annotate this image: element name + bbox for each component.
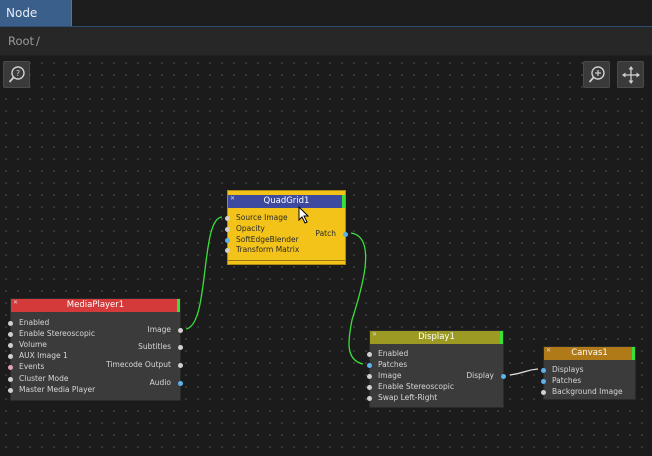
port-transform-matrix[interactable]: Transform Matrix (225, 245, 299, 254)
port-aux-image-1[interactable]: AUX Image 1 (8, 351, 68, 360)
port-background-image[interactable]: Background Image (541, 387, 623, 396)
node-mediaplayer-header[interactable]: ✕ MediaPlayer1 (11, 299, 180, 312)
port-dot[interactable] (367, 363, 372, 368)
port-dot[interactable] (367, 385, 372, 390)
node-accent (342, 195, 345, 208)
breadcrumb-root[interactable]: Root (8, 34, 34, 48)
help-magnifier-icon: ? (8, 66, 25, 83)
port-volume[interactable]: Volume (8, 340, 47, 349)
help-button[interactable]: ? (3, 61, 30, 88)
port-dot[interactable] (367, 396, 372, 401)
port-source-image[interactable]: Source Image (225, 213, 288, 222)
node-display-title: Display1 (418, 332, 455, 342)
port-dot[interactable] (367, 352, 372, 357)
port-dot[interactable] (178, 363, 183, 368)
port-dot[interactable] (178, 381, 183, 386)
port-enable-stereoscopic[interactable]: Enable Stereoscopic (8, 329, 95, 338)
port-dot[interactable] (541, 379, 546, 384)
node-quadgrid-header[interactable]: ✕ QuadGrid1 (228, 195, 345, 208)
node-accent (177, 299, 180, 312)
port-dot[interactable] (8, 377, 13, 382)
port-displays[interactable]: Displays (541, 365, 584, 374)
tab-bar: Node Graph (0, 0, 652, 46)
node-display[interactable]: ✕ Display1 Enabled Patches Image Enable … (367, 330, 506, 408)
port-dot[interactable] (343, 232, 348, 237)
port-enabled[interactable]: Enabled (8, 318, 49, 327)
tab-node-graph[interactable]: Node Graph (0, 0, 72, 46)
corner-marker-icon: ✕ (546, 347, 552, 354)
node-quadgrid-footer (228, 260, 345, 264)
node-display-header[interactable]: ✕ Display1 (370, 331, 503, 344)
port-dot[interactable] (8, 332, 13, 337)
port-dot[interactable] (367, 374, 372, 379)
port-swap-left-right[interactable]: Swap Left-Right (367, 393, 437, 402)
port-image-out[interactable]: Image (148, 325, 183, 334)
corner-marker-icon: ✕ (372, 331, 378, 338)
port-dot[interactable] (8, 354, 13, 359)
port-audio[interactable]: Audio (150, 378, 183, 387)
zoom-button[interactable] (583, 61, 610, 88)
node-mediaplayer[interactable]: ✕ MediaPlayer1 Enabled Enable Stereoscop… (8, 298, 183, 401)
mouse-cursor-icon (298, 206, 310, 224)
port-display-image[interactable]: Image (367, 371, 402, 380)
port-dot[interactable] (225, 216, 230, 221)
breadcrumb-separator: / (36, 34, 40, 48)
node-quadgrid[interactable]: ✕ QuadGrid1 Source Image Opacity SoftEdg… (225, 190, 348, 265)
port-display-enable-stereoscopic[interactable]: Enable Stereoscopic (367, 382, 454, 391)
port-opacity[interactable]: Opacity (225, 224, 265, 233)
port-dot[interactable] (501, 374, 506, 379)
corner-marker-icon: ✕ (13, 299, 19, 306)
move-arrows-icon (622, 66, 640, 84)
port-display-out[interactable]: Display (466, 371, 506, 380)
port-dot[interactable] (225, 227, 230, 232)
port-cluster-mode[interactable]: Cluster Mode (8, 374, 68, 383)
port-softedgeblender[interactable]: SoftEdgeBlender (225, 235, 299, 244)
port-dot[interactable] (541, 390, 546, 395)
node-accent (500, 331, 503, 344)
port-dot[interactable] (178, 345, 183, 350)
svg-text:?: ? (16, 69, 20, 78)
node-canvas[interactable]: ✕ Canvas1 Displays Patches Background Im… (541, 346, 636, 400)
port-display-patches[interactable]: Patches (367, 360, 407, 369)
port-dot[interactable] (225, 238, 230, 243)
node-accent (632, 347, 635, 360)
port-dot[interactable] (8, 388, 13, 393)
port-subtitles[interactable]: Subtitles (138, 342, 183, 351)
port-display-enabled[interactable]: Enabled (367, 349, 408, 358)
corner-marker-icon: ✕ (230, 195, 236, 202)
zoom-in-icon (588, 66, 605, 83)
node-mediaplayer-title: MediaPlayer1 (66, 300, 125, 310)
port-dot[interactable] (225, 248, 230, 253)
port-patch[interactable]: Patch (315, 229, 348, 238)
node-quadgrid-title: QuadGrid1 (263, 196, 310, 206)
port-canvas-patches[interactable]: Patches (541, 376, 581, 385)
port-dot[interactable] (8, 343, 13, 348)
port-dot[interactable] (541, 368, 546, 373)
node-canvas-title: Canvas1 (571, 348, 608, 358)
port-timecode-output[interactable]: Timecode Output (106, 360, 183, 369)
port-dot[interactable] (178, 328, 183, 333)
breadcrumb: Root / (0, 27, 652, 56)
pan-button[interactable] (617, 61, 644, 88)
node-canvas-header[interactable]: ✕ Canvas1 (544, 347, 635, 360)
port-events[interactable]: Events (8, 362, 44, 371)
port-master-media-player[interactable]: Master Media Player (8, 385, 95, 394)
port-dot[interactable] (8, 321, 13, 326)
port-dot[interactable] (8, 365, 13, 370)
